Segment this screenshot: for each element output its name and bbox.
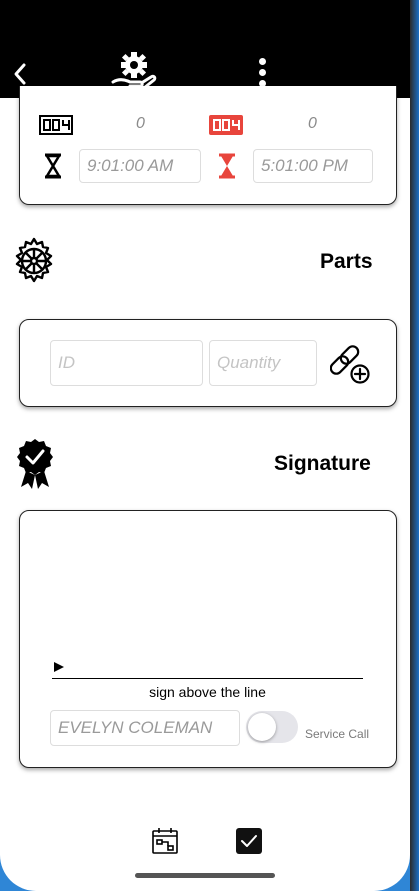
end-counter-icon	[209, 115, 243, 140]
gear-wheel-icon	[10, 236, 58, 291]
header-bar	[0, 0, 410, 98]
signature-title: Signature	[274, 452, 371, 475]
signature-line-label: sign above the line	[149, 684, 266, 700]
start-counter-icon	[39, 115, 73, 140]
end-count-value: 0	[308, 115, 317, 132]
start-hourglass-icon	[43, 153, 63, 184]
back-chevron-icon[interactable]	[10, 60, 30, 88]
end-time-field[interactable]: 5:01:00 PM	[253, 149, 373, 183]
home-indicator[interactable]	[135, 873, 275, 878]
signature-line	[52, 678, 363, 679]
signature-pad[interactable]	[50, 531, 366, 671]
play-marker-icon	[53, 660, 65, 678]
certificate-check-icon	[15, 437, 55, 496]
part-id-field[interactable]: ID	[50, 340, 203, 386]
end-hourglass-icon	[217, 153, 237, 184]
calendar-icon[interactable]	[151, 826, 181, 861]
toggle-knob	[248, 713, 276, 741]
signature-card: sign above the line EVELYN COLEMAN Servi…	[19, 510, 397, 768]
screen-edge	[410, 0, 419, 891]
service-call-label: Service Call	[305, 727, 370, 741]
link-add-icon[interactable]	[329, 343, 372, 390]
timer-card: 0 0 9:01:00 AM 5:01:00 PM	[19, 86, 397, 205]
parts-card: ID Quantity	[19, 319, 397, 407]
start-count-value: 0	[136, 115, 145, 132]
checkbox-checked-icon[interactable]	[236, 828, 262, 859]
signer-name-field[interactable]: EVELYN COLEMAN	[50, 710, 240, 746]
start-time-field[interactable]: 9:01:00 AM	[79, 149, 201, 183]
service-call-toggle[interactable]	[246, 711, 298, 743]
app-screen: 0 0 9:01:00 AM 5:01:00 PM Parts ID Quant…	[0, 0, 410, 891]
parts-title: Parts	[320, 250, 373, 273]
part-quantity-field[interactable]: Quantity	[209, 340, 317, 386]
